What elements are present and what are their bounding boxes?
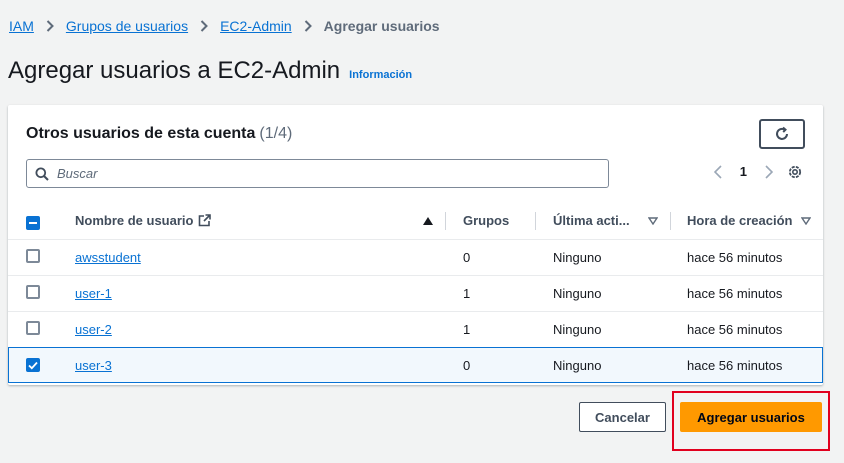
column-divider	[670, 212, 671, 230]
refresh-button[interactable]	[759, 119, 805, 149]
external-link-icon	[198, 214, 212, 227]
column-divider	[535, 212, 536, 230]
table-row[interactable]: user-2 1 Ninguno hace 56 minutos	[8, 311, 823, 347]
column-header-last-activity[interactable]: Última acti...	[535, 203, 670, 239]
add-users-button[interactable]: Agregar usuarios	[680, 402, 822, 432]
column-header-created[interactable]: Hora de creación	[670, 203, 823, 239]
user-name-link[interactable]: user-2	[75, 322, 112, 337]
row-checkbox-cell	[8, 346, 57, 383]
user-name-cell: user-3	[57, 346, 445, 383]
current-page-number[interactable]: 1	[740, 164, 747, 179]
sort-caret-down-icon[interactable]	[801, 217, 811, 225]
user-name-cell: awsstudent	[57, 239, 445, 275]
table-row[interactable]: awsstudent 0 Ninguno hace 56 minutos	[8, 239, 823, 275]
groups-cell: 0	[463, 249, 471, 265]
breadcrumb-user-groups[interactable]: Grupos de usuarios	[66, 18, 188, 34]
column-header-groups[interactable]: Grupos	[445, 203, 535, 239]
breadcrumb-current: Agregar usuarios	[323, 18, 440, 34]
column-header-name-label: Nombre de usuario	[75, 213, 194, 229]
row-checkbox-checked[interactable]	[26, 358, 40, 373]
search-icon	[35, 167, 49, 181]
breadcrumb-ec2-admin[interactable]: EC2-Admin	[220, 18, 292, 34]
selection-count: (1/4)	[259, 125, 293, 142]
row-checkbox[interactable]	[26, 248, 40, 263]
user-name-link[interactable]: user-3	[75, 358, 112, 373]
select-all-cell	[8, 203, 57, 239]
row-checkbox[interactable]	[26, 284, 40, 299]
user-name-link[interactable]: awsstudent	[75, 250, 141, 265]
table-row[interactable]: user-1 1 Ninguno hace 56 minutos	[8, 275, 823, 311]
panel-title: Otros usuarios de esta cuenta (1/4)	[26, 125, 292, 143]
created-cell: hace 56 minutos	[687, 285, 783, 301]
info-link[interactable]: Información	[349, 69, 412, 81]
row-checkbox-cell	[8, 275, 57, 311]
created-cell: hace 56 minutos	[670, 346, 823, 383]
search-input[interactable]: Buscar	[26, 159, 609, 188]
gear-icon[interactable]	[787, 164, 803, 185]
previous-page-button[interactable]	[713, 164, 722, 179]
breadcrumb: IAM Grupos de usuarios EC2-Admin Agregar…	[9, 17, 440, 35]
row-checkbox-cell	[8, 239, 57, 275]
refresh-icon	[774, 126, 790, 142]
panel-title-text: Otros usuarios de esta cuenta	[26, 125, 256, 142]
table-header-row: Nombre de usuario Grupos Última acti... …	[8, 203, 823, 239]
column-divider	[445, 212, 446, 230]
column-header-groups-label: Grupos	[463, 213, 510, 229]
row-checkbox-cell	[8, 311, 57, 347]
pagination: 1	[713, 164, 773, 179]
last-activity-cell: Ninguno	[553, 249, 602, 265]
created-cell: hace 56 minutos	[687, 249, 783, 265]
column-header-created-label: Hora de creación	[687, 213, 793, 229]
last-activity-cell: Ninguno	[535, 346, 670, 383]
last-activity-cell: Ninguno	[553, 321, 602, 337]
column-header-last-activity-label: Última acti...	[553, 213, 630, 229]
chevron-right-icon	[46, 20, 54, 32]
cancel-button[interactable]: Cancelar	[579, 402, 666, 432]
search-placeholder: Buscar	[57, 166, 98, 181]
table-row-selected[interactable]: user-3 0 Ninguno hace 56 minutos	[8, 346, 823, 383]
last-activity-cell: Ninguno	[553, 285, 602, 301]
created-cell: hace 56 minutos	[687, 321, 783, 337]
chevron-right-icon	[304, 20, 312, 32]
users-table-panel: Otros usuarios de esta cuenta (1/4) Busca…	[8, 105, 823, 385]
user-name-cell: user-2	[57, 311, 445, 347]
user-name-link[interactable]: user-1	[75, 286, 112, 301]
users-table: Nombre de usuario Grupos Última acti... …	[8, 203, 823, 383]
column-header-name[interactable]: Nombre de usuario	[57, 203, 445, 239]
chevron-right-icon	[200, 20, 208, 32]
groups-cell: 0	[445, 346, 535, 383]
next-page-button[interactable]	[765, 164, 773, 179]
sort-ascending-icon[interactable]	[423, 216, 433, 225]
groups-cell: 1	[463, 285, 471, 301]
groups-cell: 1	[463, 321, 471, 337]
sort-caret-down-icon[interactable]	[648, 217, 658, 225]
select-all-checkbox[interactable]	[26, 215, 40, 230]
row-checkbox[interactable]	[26, 320, 40, 335]
user-name-cell: user-1	[57, 275, 445, 311]
breadcrumb-iam[interactable]: IAM	[9, 18, 34, 34]
page-header: Agregar usuarios a EC2-Admin Información	[8, 57, 412, 85]
page-title: Agregar usuarios a EC2-Admin	[8, 57, 341, 84]
